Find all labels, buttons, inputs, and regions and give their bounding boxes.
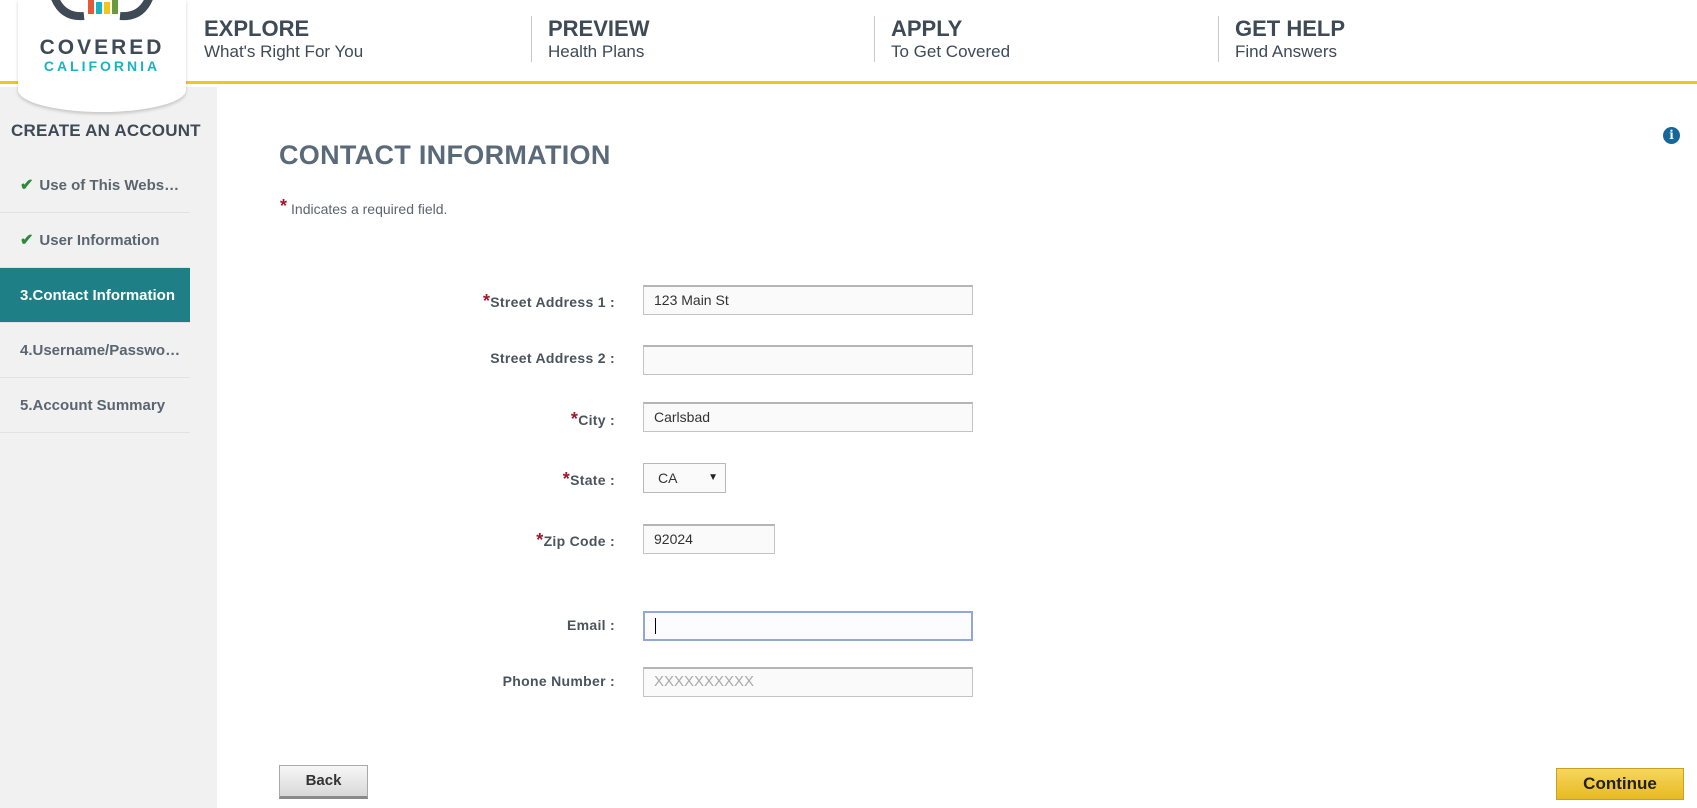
back-button[interactable]: Back bbox=[279, 765, 368, 799]
step-label: 3.Contact Information bbox=[20, 287, 176, 304]
info-icon[interactable]: i bbox=[1663, 127, 1680, 144]
step-contact-information[interactable]: 3.Contact Information bbox=[0, 268, 190, 323]
checkmark-icon: ✔ bbox=[20, 177, 34, 194]
required-note-text: Indicates a required field. bbox=[291, 201, 448, 217]
nav-apply[interactable]: APPLY To Get Covered bbox=[874, 16, 1010, 62]
city-label: *City : bbox=[570, 409, 615, 429]
nav-apply-sub: To Get Covered bbox=[891, 42, 1011, 61]
logo-text-california: CALIFORNIA bbox=[43, 58, 161, 74]
nav-explore-title: EXPLORE bbox=[204, 16, 310, 41]
state-select[interactable]: CA ▼ bbox=[643, 463, 726, 493]
state-select-value: CA bbox=[658, 470, 678, 486]
street-address-1-label: *Street Address 1 : bbox=[482, 291, 615, 311]
step-label: 5.Account Summary bbox=[20, 397, 166, 414]
step-account-summary[interactable]: 5.Account Summary bbox=[0, 378, 190, 433]
nav-explore[interactable]: EXPLORE What's Right For You bbox=[204, 16, 363, 62]
state-label: *State : bbox=[562, 469, 615, 489]
phone-number-label: Phone Number : bbox=[502, 673, 615, 689]
city-input[interactable]: Carlsbad bbox=[643, 402, 973, 432]
street-address-2-label: Street Address 2 : bbox=[490, 350, 615, 366]
active-step-arrow-icon bbox=[176, 268, 190, 322]
nav-preview-sub: Health Plans bbox=[548, 42, 645, 61]
nav-get-help-sub: Find Answers bbox=[1235, 42, 1338, 61]
nav-apply-title: APPLY bbox=[891, 16, 963, 41]
zip-code-input[interactable]: 92024 bbox=[643, 524, 775, 554]
zip-code-label: *Zip Code : bbox=[536, 530, 615, 550]
continue-button[interactable]: Continue bbox=[1556, 768, 1684, 800]
step-label: Use of This Webs… bbox=[39, 177, 180, 194]
logo-text-covered: COVERED bbox=[39, 36, 165, 59]
required-star: * bbox=[562, 469, 571, 489]
dropdown-arrow-icon: ▼ bbox=[708, 472, 718, 483]
main-nav: EXPLORE What's Right For You PREVIEW Hea… bbox=[204, 16, 1504, 62]
account-steps-sidebar: CREATE AN ACCOUNT ✔ Use of This Webs… ✔ Us… bbox=[0, 87, 217, 808]
step-user-information[interactable]: ✔ User Information bbox=[0, 213, 190, 268]
street-address-1-input[interactable]: 123 Main St bbox=[643, 285, 973, 315]
step-use-of-website[interactable]: ✔ Use of This Webs… bbox=[0, 158, 190, 213]
nav-get-help-title: GET HELP bbox=[1235, 16, 1346, 41]
text-cursor bbox=[655, 618, 656, 635]
logo-arcs-icon bbox=[51, 0, 153, 21]
email-input[interactable] bbox=[643, 611, 973, 641]
required-star: * bbox=[280, 196, 288, 216]
checkmark-icon: ✔ bbox=[20, 232, 34, 249]
nav-preview-title: PREVIEW bbox=[548, 16, 650, 41]
nav-preview[interactable]: PREVIEW Health Plans bbox=[531, 16, 649, 62]
phone-number-input[interactable]: XXXXXXXXXX bbox=[643, 667, 973, 697]
nav-get-help[interactable]: GET HELP Find Answers bbox=[1218, 16, 1345, 62]
street-address-2-input[interactable] bbox=[643, 345, 973, 375]
step-label: 4.Username/Passwo… bbox=[20, 342, 181, 359]
required-field-note: * Indicates a required field. bbox=[280, 196, 448, 219]
email-label: Email : bbox=[566, 617, 615, 633]
site-header: COVERED CALIFORNIA EXPLORE What's Right … bbox=[0, 0, 1697, 112]
nav-explore-sub: What's Right For You bbox=[204, 42, 364, 61]
step-label: User Information bbox=[39, 232, 160, 249]
covered-california-logo[interactable]: COVERED CALIFORNIA bbox=[18, 0, 186, 112]
step-username-password[interactable]: 4.Username/Passwo… bbox=[0, 323, 190, 378]
sidebar-title: CREATE AN ACCOUNT bbox=[11, 121, 201, 140]
required-star: * bbox=[536, 530, 544, 550]
page-title: CONTACT INFORMATION bbox=[279, 140, 611, 170]
